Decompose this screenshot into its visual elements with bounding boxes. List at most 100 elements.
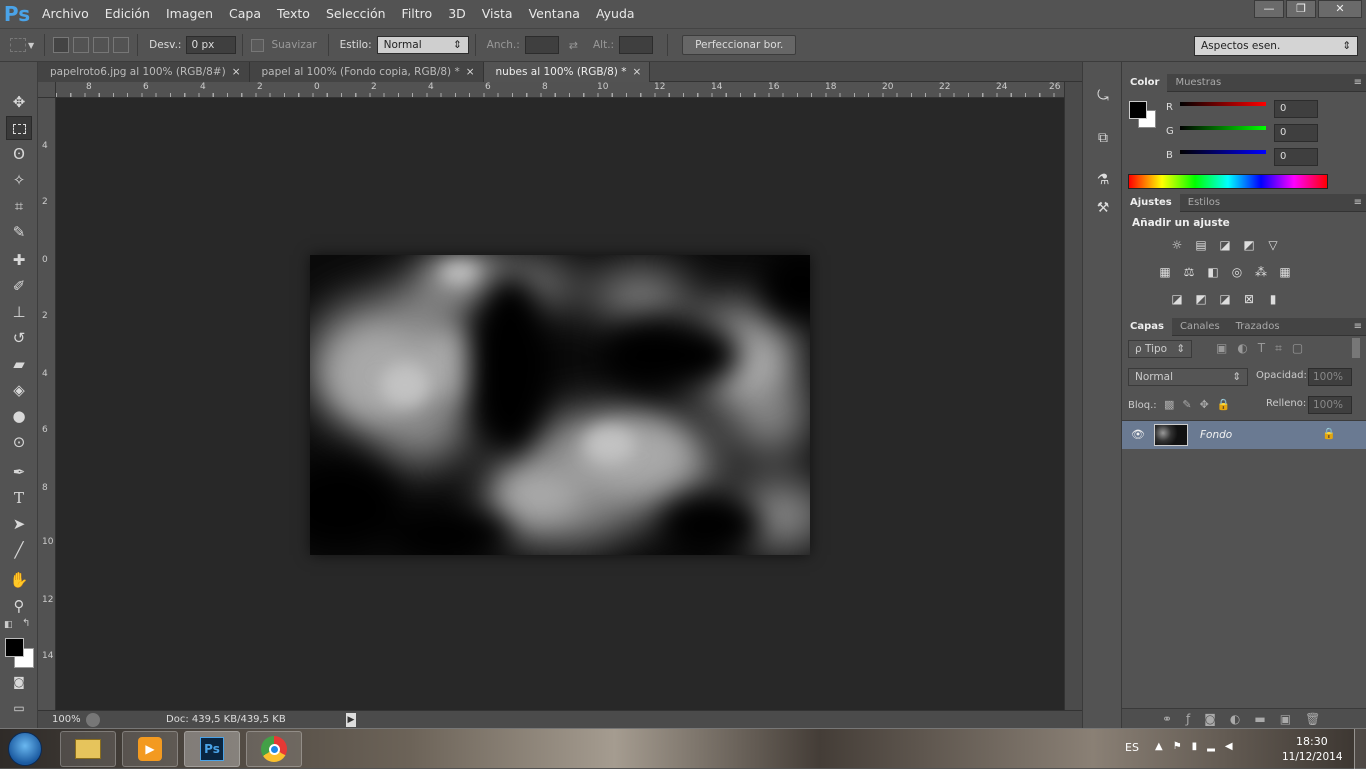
history-panel-icon[interactable]: ⤿ (1093, 86, 1113, 106)
tab-muestras[interactable]: Muestras (1167, 74, 1229, 92)
tab-trazados[interactable]: Trazados (1228, 318, 1288, 336)
curves-icon[interactable]: ◪ (1216, 238, 1234, 252)
filter-toggle[interactable] (1352, 338, 1360, 358)
chrome-taskbar-icon[interactable] (246, 731, 302, 767)
channel-g-slider[interactable] (1180, 126, 1266, 130)
close-tab-icon[interactable]: × (632, 66, 641, 78)
eraser-tool-icon[interactable]: ▰ (6, 352, 32, 376)
language-indicator[interactable]: ES (1125, 741, 1139, 754)
menu-ventana[interactable]: Ventana (521, 0, 588, 28)
color-balance-icon[interactable]: ⚖ (1180, 265, 1198, 279)
swap-arrows-icon[interactable]: ⇄ (569, 39, 578, 52)
menu-filtro[interactable]: Filtro (394, 0, 441, 28)
menu-capa[interactable]: Capa (221, 0, 269, 28)
menu-edicion[interactable]: Edición (97, 0, 158, 28)
black-white-icon[interactable]: ◧ (1204, 265, 1222, 279)
invert-icon[interactable]: ◪ (1168, 292, 1186, 306)
close-tab-icon[interactable]: × (232, 66, 241, 78)
move-tool-icon[interactable]: ✥ (6, 90, 32, 114)
media-player-taskbar-icon[interactable]: ▶ (122, 731, 178, 767)
close-tab-icon[interactable]: × (466, 66, 475, 78)
refine-edge-button[interactable]: Perfeccionar bor. (682, 35, 797, 55)
color-ramp[interactable] (1128, 174, 1328, 189)
vibrance-icon[interactable]: ▽ (1264, 238, 1282, 252)
hue-saturation-icon[interactable]: ▦ (1156, 265, 1174, 279)
threshold-icon[interactable]: ◪ (1216, 292, 1234, 306)
foreground-color-swatch[interactable] (5, 638, 24, 657)
visibility-eye-icon[interactable]: 👁 (1131, 428, 1145, 441)
blend-mode-select[interactable]: Normal ⇕ (1128, 368, 1248, 386)
tray-icons[interactable]: ▲⚑▮▂◀ (1155, 741, 1243, 752)
brightness-icon[interactable]: ☼ (1168, 238, 1186, 252)
clock-date[interactable]: 11/12/2014 (1282, 751, 1343, 763)
tab-color[interactable]: Color (1122, 73, 1168, 92)
new-selection-icon[interactable] (53, 37, 70, 53)
subtract-selection-icon[interactable] (93, 37, 110, 53)
channel-r-slider[interactable] (1180, 102, 1266, 106)
layer-filter-icons[interactable]: ▣◐T⌗▢ (1216, 341, 1313, 356)
panel-menu-icon[interactable]: ≡ (1354, 321, 1362, 332)
explorer-taskbar-icon[interactable] (60, 731, 116, 767)
magic-wand-tool-icon[interactable]: ✧ (6, 168, 32, 192)
3d-panel-icon[interactable]: ⧉ (1093, 128, 1113, 148)
width-input[interactable] (524, 36, 559, 54)
zoom-level[interactable]: 100% (38, 714, 81, 725)
show-desktop-button[interactable] (1354, 729, 1366, 769)
brush-tool-icon[interactable]: ✐ (6, 274, 32, 298)
channel-g-input[interactable]: 0 (1274, 124, 1318, 142)
color-lookup-icon[interactable]: ▦ (1276, 265, 1294, 279)
panel-menu-icon[interactable]: ≡ (1354, 77, 1362, 88)
quick-mask-icon[interactable]: ◙ (6, 670, 32, 694)
tab-papel[interactable]: papel al 100% (Fondo copia, RGB/8) * × (249, 62, 484, 82)
screen-mode-icon[interactable]: ▭ (6, 696, 32, 720)
ruler-left[interactable]: 4 2 0 2 4 6 8 10 12 14 (38, 98, 56, 710)
history-brush-tool-icon[interactable]: ↺ (6, 326, 32, 350)
dodge-tool-icon[interactable]: ⊙ (6, 430, 32, 454)
menu-vista[interactable]: Vista (474, 0, 521, 28)
panel-menu-icon[interactable]: ≡ (1354, 197, 1362, 208)
paint-bucket-tool-icon[interactable]: ◈ (6, 378, 32, 402)
channel-mixer-icon[interactable]: ⁂ (1252, 265, 1270, 279)
gradient-map-icon[interactable]: ⊠ (1240, 292, 1258, 306)
feather-input[interactable]: 0 px (186, 36, 237, 54)
layer-filter-select[interactable]: ρ Tipo ⇕ (1128, 340, 1192, 358)
levels-icon[interactable]: ▤ (1192, 238, 1210, 252)
eyedropper-tool-icon[interactable]: ✎ (6, 220, 32, 244)
tab-ajustes[interactable]: Ajustes (1122, 193, 1180, 212)
vertical-scrollbar[interactable] (1064, 82, 1082, 710)
minimize-button[interactable]: — (1254, 0, 1284, 18)
fill-input[interactable]: 100% (1308, 396, 1352, 414)
preset-dropdown-icon[interactable]: ▼ (28, 41, 34, 50)
type-tool-icon[interactable]: T (6, 486, 32, 510)
line-tool-icon[interactable]: ╱ (6, 538, 32, 562)
channel-r-input[interactable]: 0 (1274, 100, 1318, 118)
menu-seleccion[interactable]: Selección (318, 0, 394, 28)
menu-imagen[interactable]: Imagen (158, 0, 221, 28)
workspace-select[interactable]: Aspectos esen. ⇕ (1194, 36, 1358, 56)
brush-presets-icon[interactable]: ⚒ (1093, 198, 1113, 218)
layer-name[interactable]: Fondo (1200, 429, 1232, 441)
share-icon[interactable] (86, 712, 100, 727)
tab-papelroto6[interactable]: papelroto6.jpg al 100% (RGB/8#) × (38, 62, 250, 82)
height-input[interactable] (619, 36, 654, 54)
tab-capas[interactable]: Capas (1122, 317, 1172, 336)
tab-estilos[interactable]: Estilos (1180, 194, 1228, 212)
path-selection-tool-icon[interactable]: ➤ (6, 512, 32, 536)
clone-stamp-tool-icon[interactable]: ⊥ (6, 300, 32, 324)
lock-icons[interactable]: ▩✎✥🔒 (1164, 398, 1239, 411)
zoom-tool-icon[interactable]: ⚲ (6, 594, 32, 618)
ruler-corner[interactable] (38, 82, 56, 98)
default-colors-icon[interactable]: ◧ (4, 620, 13, 630)
channel-b-slider[interactable] (1180, 150, 1266, 154)
menu-archivo[interactable]: Archivo (34, 0, 97, 28)
menu-texto[interactable]: Texto (269, 0, 318, 28)
tab-nubes[interactable]: nubes al 100% (RGB/8) * × (483, 62, 651, 82)
hand-tool-icon[interactable]: ✋ (6, 568, 32, 592)
intersect-selection-icon[interactable] (113, 37, 130, 53)
marquee-preset-icon[interactable] (10, 38, 26, 52)
opacity-input[interactable]: 100% (1308, 368, 1352, 386)
menu-ayuda[interactable]: Ayuda (588, 0, 643, 28)
rect-marquee-tool-icon[interactable] (6, 116, 32, 140)
foreground-color-swatch[interactable] (1129, 101, 1147, 119)
add-selection-icon[interactable] (73, 37, 90, 53)
